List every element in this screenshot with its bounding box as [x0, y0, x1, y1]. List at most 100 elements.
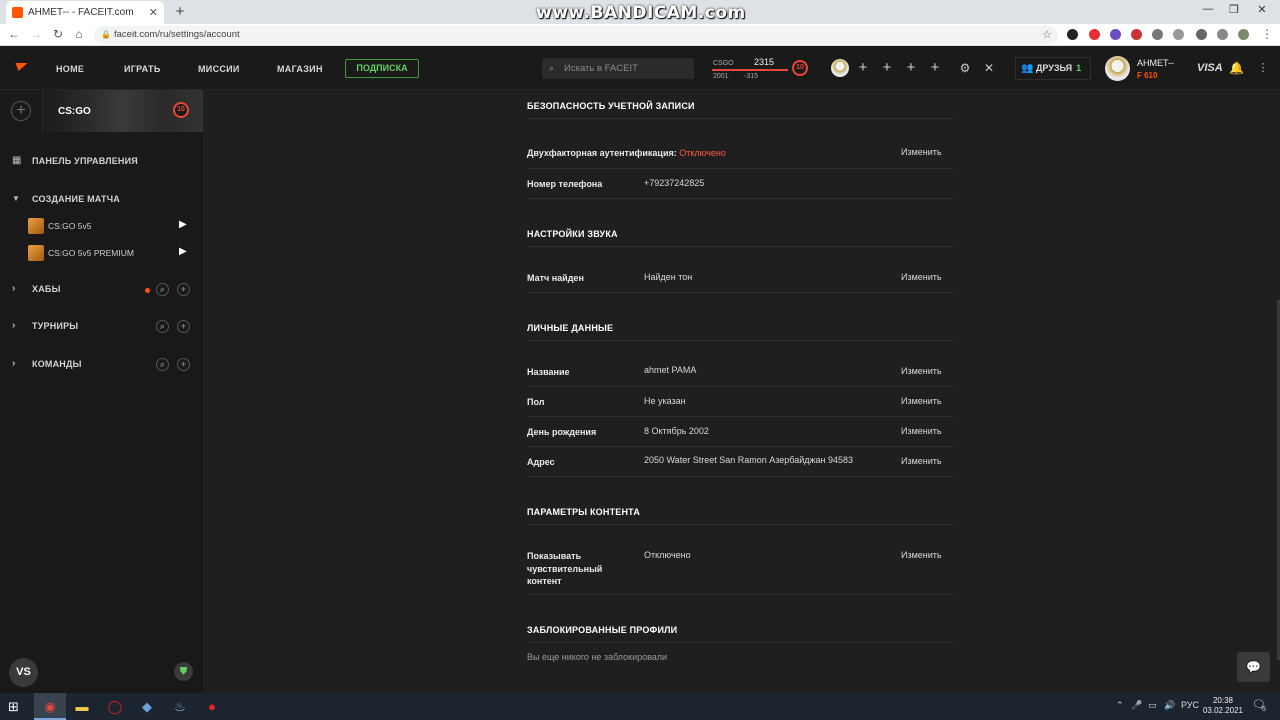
leave-party-close-icon[interactable]: ✕ [982, 60, 996, 76]
add-game-plus-icon[interactable]: + [11, 101, 31, 121]
skill-level-badge: 10 [792, 60, 808, 76]
home-icon[interactable]: ⌂ [71, 27, 87, 41]
game-banner[interactable]: + CS:GO 10 [0, 90, 203, 132]
add-plus-icon[interactable]: + [177, 320, 190, 333]
volume-icon[interactable]: 🔊 [1164, 700, 1175, 711]
sidebar-item-label: ПАНЕЛЬ УПРАВЛЕНИЯ [32, 156, 138, 166]
nav-missions[interactable]: МИССИИ [198, 64, 240, 74]
friends-button[interactable]: 👥 ДРУЗЬЯ 1 [1015, 57, 1091, 80]
extensions-puzzle-icon[interactable] [1196, 29, 1207, 40]
name-value: ahmet PAMA [644, 365, 697, 375]
nav-shop[interactable]: МАГАЗИН [277, 64, 323, 74]
visa-logo[interactable]: VISA [1197, 62, 1223, 74]
microphone-icon[interactable]: 🎤 [1131, 700, 1142, 711]
edit-sound-link[interactable]: Изменить [901, 272, 942, 282]
friends-label: ДРУЗЬЯ [1036, 63, 1073, 73]
username[interactable]: AHMET-- [1137, 58, 1174, 68]
vs-button[interactable]: VS [9, 658, 38, 687]
maximize-button[interactable]: ❐ [1222, 3, 1246, 16]
setting-label: День рождения [527, 427, 597, 437]
edit-birthday-link[interactable]: Изменить [901, 426, 942, 436]
windows-start-icon[interactable]: ⊞ [8, 699, 19, 715]
elo-widget[interactable]: CSGO 2315 2001 -315 [712, 56, 790, 82]
subscribe-button[interactable]: ПОДПИСКА [345, 59, 419, 78]
sidebar-item-label: КОМАНДЫ [32, 359, 82, 369]
file-explorer-icon[interactable]: ▬ [66, 693, 98, 720]
extension-icon[interactable] [1173, 29, 1184, 40]
divider [527, 446, 954, 447]
url-input[interactable]: 🔒 faceit.com/ru/settings/account ☆ [94, 26, 1058, 44]
user-avatar[interactable] [1105, 56, 1130, 81]
browser-menu-icon[interactable]: ⋮ [1259, 27, 1275, 41]
add-plus-icon[interactable]: + [177, 358, 190, 371]
sidebar-item-teams[interactable]: › КОМАНДЫ ⌕ + [0, 355, 203, 375]
nav-home[interactable]: HOME [56, 64, 84, 74]
forward-icon[interactable]: → [28, 27, 44, 41]
tray-chevron-up-icon[interactable]: ⌃ [1116, 700, 1124, 711]
extension-icon[interactable] [1110, 29, 1121, 40]
edit-content-link[interactable]: Изменить [901, 550, 942, 560]
party-settings-gear-icon[interactable]: ⚙ [958, 60, 972, 76]
edit-name-link[interactable]: Изменить [901, 366, 942, 376]
close-window-button[interactable]: ✕ [1250, 3, 1274, 16]
add-plus-icon[interactable]: + [177, 283, 190, 296]
elo-min: 2001 [713, 73, 729, 80]
invite-slot-plus-icon[interactable]: + [904, 60, 918, 76]
new-tab-button[interactable]: + [172, 4, 188, 20]
blocked-empty-note: Вы еще никого не заблокировали [527, 652, 668, 662]
back-icon[interactable]: ← [6, 27, 22, 41]
edit-address-link[interactable]: Изменить [901, 456, 942, 466]
browser-tab[interactable]: AHMET-- - FACEIT.com ✕ [6, 1, 164, 24]
reload-icon[interactable]: ↻ [50, 27, 66, 41]
media-icon[interactable] [1217, 29, 1228, 40]
faceit-header: HOME ИГРАТЬ МИССИИ МАГАЗИН ПОДПИСКА ⌕ Ис… [0, 47, 1280, 90]
csgo-queue-icon [28, 218, 44, 234]
network-icon[interactable]: ▭ [1148, 700, 1157, 711]
profile-avatar-icon[interactable] [1238, 29, 1249, 40]
play-icon[interactable]: ▶ [179, 219, 187, 230]
divider [42, 90, 43, 132]
divider [527, 594, 954, 595]
chrome-taskbar-icon[interactable]: ◉ [34, 693, 66, 720]
search-icon[interactable]: ⌕ [156, 358, 169, 371]
queue-item[interactable]: CS:GO 5v5 ▶ [26, 216, 203, 236]
bookmark-star-icon[interactable]: ☆ [1042, 26, 1052, 44]
extension-icon[interactable] [1131, 29, 1142, 40]
language-indicator[interactable]: РУС [1181, 700, 1199, 710]
sidebar-item-hubs[interactable]: › ХАБЫ ⌕ + [0, 280, 203, 300]
nav-play[interactable]: ИГРАТЬ [124, 64, 161, 74]
edit-gender-link[interactable]: Изменить [901, 396, 942, 406]
extension-icon[interactable] [1067, 29, 1078, 40]
steam-taskbar-icon[interactable]: ♨ [164, 693, 196, 720]
extension-icon[interactable] [1152, 29, 1163, 40]
search-icon[interactable]: ⌕ [156, 320, 169, 333]
tab-close-icon[interactable]: ✕ [149, 6, 158, 19]
chevron-right-icon: › [12, 358, 16, 369]
sidebar-item-dashboard[interactable]: ▦ ПАНЕЛЬ УПРАВЛЕНИЯ [0, 152, 203, 172]
app-taskbar-icon[interactable]: ◆ [131, 693, 163, 720]
party-avatar[interactable] [831, 59, 849, 77]
play-icon[interactable]: ▶ [179, 246, 187, 257]
opera-taskbar-icon[interactable]: ◯ [99, 693, 131, 720]
sidebar-item-matchmaking[interactable]: ▼ СОЗДАНИЕ МАТЧА [0, 190, 203, 210]
invite-slot-plus-icon[interactable]: + [928, 60, 942, 76]
browser-tabstrip: AHMET-- - FACEIT.com ✕ + www.BANDICAM.co… [0, 0, 1280, 24]
faceit-logo-icon[interactable] [12, 63, 28, 71]
more-menu-icon[interactable]: ⋮ [1256, 60, 1270, 76]
notifications-bell-icon[interactable]: 🔔 [1229, 61, 1244, 75]
search-icon[interactable]: ⌕ [156, 283, 169, 296]
grid-icon: ▦ [12, 155, 22, 166]
url-text: faceit.com/ru/settings/account [114, 29, 240, 40]
invite-slot-plus-icon[interactable]: + [880, 60, 894, 76]
minimize-button[interactable]: — [1196, 3, 1220, 15]
clock[interactable]: 20:38 03.02.2021 [1201, 696, 1245, 716]
anticheat-shield-icon[interactable]: ⛊ [174, 662, 193, 681]
opera-extension-icon[interactable] [1089, 29, 1100, 40]
sidebar-item-tournaments[interactable]: › ТУРНИРЫ ⌕ + [0, 317, 203, 337]
chat-bubble-icon[interactable]: 💬 [1237, 652, 1270, 682]
edit-2fa-link[interactable]: Изменить [901, 147, 942, 157]
queue-item[interactable]: CS:GO 5v5 PREMIUM ▶ [26, 243, 203, 263]
search-input[interactable]: ⌕ Искать в FACEIT [542, 58, 694, 79]
bandicam-taskbar-icon[interactable]: ● [196, 693, 228, 720]
invite-slot-plus-icon[interactable]: + [856, 60, 870, 76]
